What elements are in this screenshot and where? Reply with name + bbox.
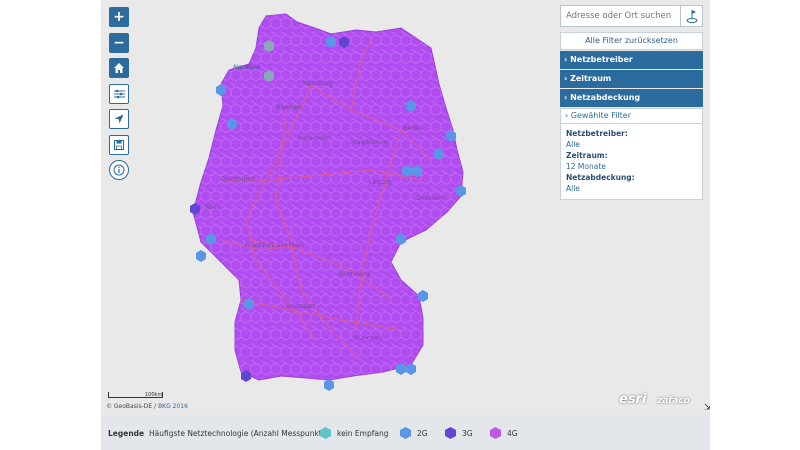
legend-label-4g: 4G [507,429,518,438]
map-label-4: Hannover [297,134,329,142]
legend-label-kein-empfang: kein Empfang [337,429,389,438]
section-netzbetreiber[interactable]: › Netzbetreiber [560,51,703,69]
filter-value-netzbetreiber: Alle [566,140,580,149]
navigation-arrow-icon [114,114,124,124]
legend-label-2g: 2G [417,429,428,438]
hex-2g [324,379,334,391]
map-label-9: Dresden [417,194,444,202]
legend-swatch-3g [445,427,456,439]
search-input[interactable] [561,6,680,26]
filter-value-zeitraum: 12 Monate [566,162,606,171]
info-button[interactable] [109,160,129,180]
section-netzabdeckung[interactable]: › Netzabdeckung [560,89,703,107]
map-label-3: Berlin [403,124,422,132]
legend-bar: Legende Häufigste Netztechnologie (Anzah… [101,415,710,450]
legend-subtitle: Häufigste Netztechnologie (Anzahl Messpu… [149,429,330,438]
scale-label: 100km [145,392,163,398]
selected-filters-box: Netzbetreiber: Alle Zeitraum: 12 Monate … [560,124,703,200]
map-label-5: Magdeburg [351,138,388,146]
map-label-1: Hamburg [303,79,333,87]
search-box [560,5,703,27]
hex-2g [196,250,206,262]
map-label-12: Stuttgart [286,302,316,310]
esri-logo: esri [619,392,647,407]
legend-label-3g: 3G [462,429,473,438]
pin-flag-icon [686,10,697,23]
zoom-out-button[interactable]: − [109,33,129,53]
reset-filters-button[interactable]: Alle Filter zurücksetzen [560,32,703,50]
filter-panel: Alle Filter zurücksetzen › Netzbetreiber… [560,32,703,200]
info-icon [113,164,125,176]
home-icon [114,63,124,73]
map-label-2: Bremen [276,103,301,111]
copyright: © GeoBasis-DE / BKG 2016 [106,403,188,410]
map-label-7: Leipzig [369,178,392,186]
filter-value-netzabdeckung: Alle [566,184,580,193]
map-label-10: Frankfurt am Main [245,241,304,249]
section-gewaehlte-filter[interactable]: › Gewählte Filter [560,108,703,124]
locate-button[interactable] [109,109,129,129]
legend-swatch-2g [400,427,411,439]
filter-settings-button[interactable] [109,84,129,104]
cursor-icon: ⇲ [704,403,710,413]
filter-key-netzbetreiber: Netzbetreiber: [566,129,628,138]
map-label-11: Nürnberg [339,270,369,278]
zoom-in-button[interactable]: + [109,7,129,27]
map-label-8: Köln [205,203,219,211]
map-label-6: Dortmund [221,175,254,183]
filter-key-zeitraum: Zeitraum: [566,151,608,160]
save-button[interactable] [109,135,129,155]
search-button[interactable] [680,6,702,26]
home-button[interactable] [109,58,129,78]
sliders-icon [113,89,125,99]
filter-key-netzabdeckung: Netzabdeckung: [566,173,635,182]
legend-swatch-4g [490,427,501,439]
map-label-0: Nordsee [233,63,260,71]
app-frame: Nordsee Hamburg Bremen Berlin Hannover M… [101,0,710,450]
zafaco-logo: zafaco [657,396,690,406]
legend-title: Legende [108,429,145,438]
copyright-link[interactable]: BKG 2016 [158,403,188,410]
copyright-text: © GeoBasis-DE / [106,403,157,410]
section-zeitraum[interactable]: › Zeitraum [560,70,703,88]
map-label-13: München [353,334,383,342]
floppy-disk-icon [114,140,124,150]
